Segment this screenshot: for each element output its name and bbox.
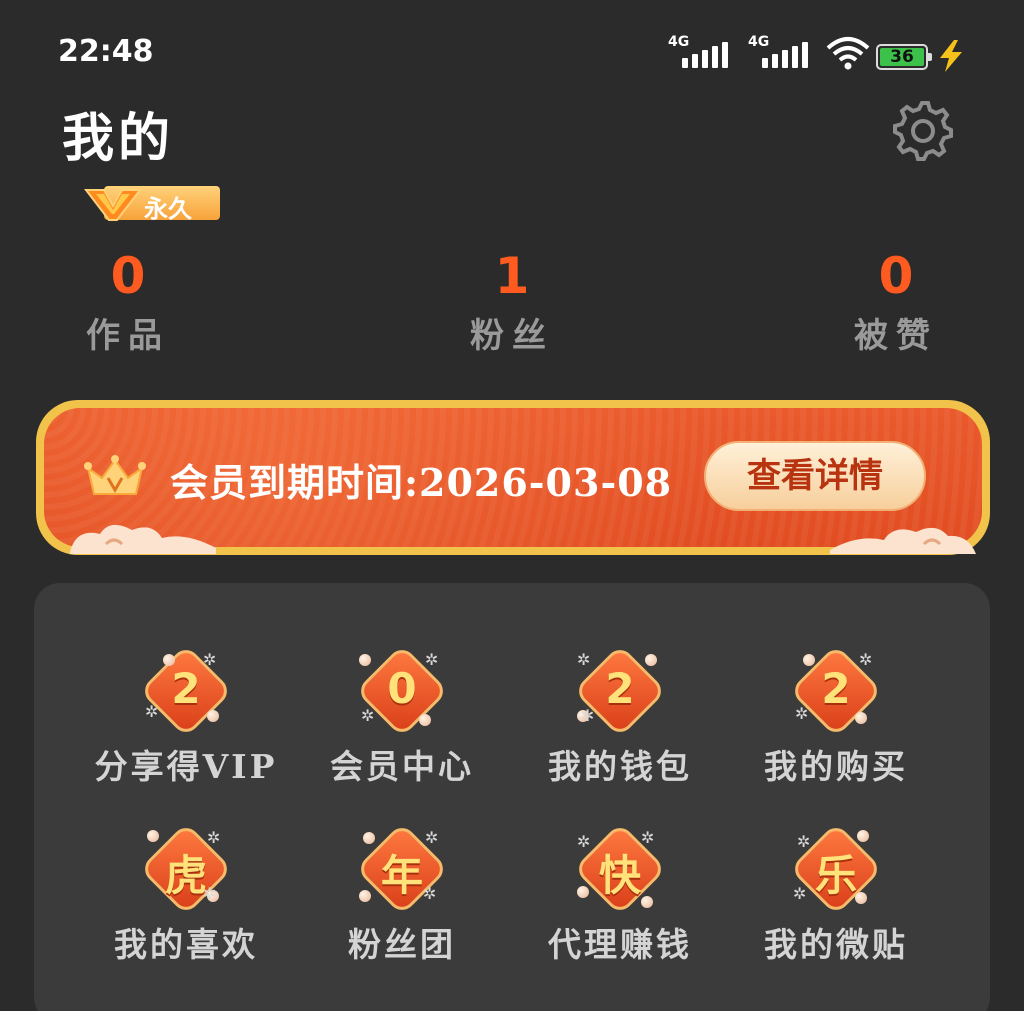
purchase-icon: 2 ✲ ✲ — [781, 644, 891, 738]
membership-expire-text: 会员到期时间:2026-03-08 — [170, 460, 673, 505]
menu-item[interactable]: 年 ✲ ✲ 粉丝团 — [292, 822, 512, 976]
vip-badge: 永久 — [84, 184, 220, 223]
menu-item[interactable]: 2 ✲ ✲ 我的钱包 — [510, 644, 730, 798]
share-icon: 2 ✲ ✲ — [131, 644, 241, 738]
menu-item[interactable]: 乐 ✲ ✲ 我的微贴 — [726, 822, 946, 976]
vip-v-icon — [84, 189, 142, 221]
stat-fans-label: 粉丝 — [470, 316, 554, 356]
menu-item[interactable]: 快 ✲ ✲ 代理赚钱 — [510, 822, 730, 976]
menu-item-label: 我的喜欢 — [114, 925, 258, 964]
menu-item-label: 我的购买 — [764, 747, 908, 786]
stat-likes-value: 0 — [878, 247, 914, 305]
menu-item[interactable]: 0 ✲ ✲ 会员中心 — [292, 644, 512, 798]
charging-icon — [940, 40, 962, 72]
agent-earn-icon: 快 ✲ ✲ — [565, 822, 675, 916]
member-center-icon: 0 ✲ ✲ — [347, 644, 457, 738]
battery-icon: 36 — [876, 44, 932, 70]
stat-works-label: 作品 — [86, 316, 170, 356]
cloud-decoration-right — [830, 527, 976, 554]
stat-works-value: 0 — [110, 247, 146, 305]
vip-badge-label: 永久 — [144, 195, 192, 223]
menu-item[interactable]: 2 ✲ ✲ 分享得VIP — [76, 644, 296, 798]
cell-signal-icon: 4G — [668, 34, 732, 72]
stat-fans[interactable]: 1 粉丝 — [412, 246, 612, 357]
stat-works[interactable]: 0 作品 — [28, 246, 228, 357]
cell-signal-icon-2: 4G — [748, 34, 812, 72]
page-title: 我的 — [62, 108, 175, 169]
menu-item-label: 分享得VIP — [94, 747, 278, 786]
wifi-icon — [826, 37, 870, 70]
battery-level: 36 — [890, 47, 914, 67]
menu-item-label: 会员中心 — [330, 747, 474, 786]
wallet-icon: 2 ✲ ✲ — [565, 644, 675, 738]
stat-fans-value: 1 — [494, 247, 530, 305]
settings-gear-icon[interactable] — [892, 100, 954, 162]
menu-item[interactable]: 虎 ✲ ✲ 我的喜欢 — [76, 822, 296, 976]
crown-icon — [84, 455, 146, 495]
menu-item-glyph: 虎 — [164, 851, 207, 900]
menu-item-label: 代理赚钱 — [548, 925, 692, 964]
menu-item[interactable]: 2 ✲ ✲ 我的购买 — [726, 644, 946, 798]
fan-group-icon: 年 ✲ ✲ — [347, 822, 457, 916]
micro-post-icon: 乐 ✲ ✲ — [781, 822, 891, 916]
stat-likes[interactable]: 0 被赞 — [796, 246, 996, 357]
status-time: 22:48 — [58, 34, 154, 69]
stat-likes-label: 被赞 — [854, 316, 938, 356]
view-details-button[interactable]: 查看详情 — [704, 441, 926, 511]
menu-item-label: 粉丝团 — [348, 925, 456, 964]
status-bar: 22:48 4G 4G 36 — [0, 0, 1024, 100]
menu-item-label: 我的钱包 — [548, 747, 692, 786]
menu-item-label: 我的微贴 — [764, 925, 908, 964]
favorite-icon: 虎 ✲ ✲ — [131, 822, 241, 916]
cloud-decoration-left — [70, 524, 216, 554]
